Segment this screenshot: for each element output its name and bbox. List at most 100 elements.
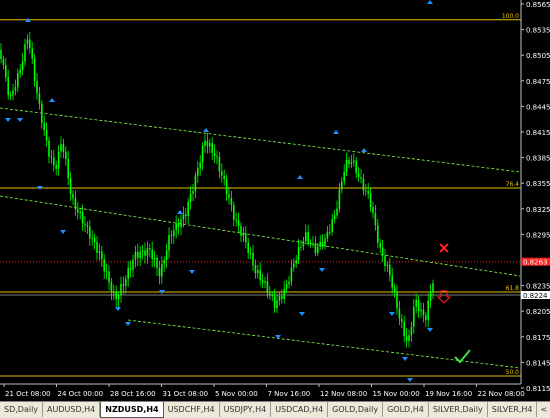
tab-usdjpy-h4[interactable]: USDJPY,H4 — [220, 402, 272, 417]
candle-body — [211, 143, 213, 153]
candle-body — [405, 336, 408, 341]
tab-gold-h4[interactable]: GOLD,H4 — [383, 402, 429, 417]
chart-canvas[interactable]: 100.0 76.4 61.8 50.0 0.8565 0.8535 0.8505 0.84… — [0, 0, 550, 401]
candle-body — [305, 232, 307, 242]
candle-body — [278, 296, 281, 301]
candle-body — [153, 257, 156, 260]
tab-audusd-h4[interactable]: AUDUSD,H4 — [43, 402, 101, 417]
candle-body — [247, 242, 249, 253]
mt4-window: 100.0 76.4 61.8 50.0 0.8565 0.8535 0.8505 0.84… — [0, 0, 550, 418]
price-chart[interactable]: 100.0 76.4 61.8 50.0 0.8565 0.8535 0.8505 0.84… — [0, 0, 550, 401]
candle-body — [36, 80, 38, 94]
candle-body — [425, 315, 427, 320]
candle-body — [175, 223, 177, 231]
candle-body — [168, 235, 170, 251]
time-tick-label: 21 Oct 08:00 — [5, 390, 51, 398]
candle-body — [33, 58, 36, 81]
fractal-down-icon — [402, 357, 408, 361]
candle-body — [91, 238, 93, 240]
tab-usdchf-h4[interactable]: USDCHF,H4 — [164, 402, 220, 417]
candle-body — [62, 144, 65, 152]
candle-body — [242, 233, 245, 236]
candle-body — [345, 159, 348, 172]
price-tick-label: 0.8295 — [526, 231, 550, 239]
candle-body — [410, 326, 413, 336]
candle-body — [252, 253, 254, 266]
candle-body — [163, 259, 165, 264]
sell-x-icon — [439, 243, 449, 253]
price-tick-label: 0.8145 — [526, 359, 550, 367]
candle-body — [218, 157, 221, 172]
candle-body — [233, 204, 235, 220]
candle-body — [170, 235, 173, 237]
tab-sd-daily[interactable]: SD,Daily — [0, 402, 44, 417]
candle-body — [53, 157, 55, 166]
candle-body — [189, 193, 192, 202]
candle-body — [338, 189, 341, 209]
candle-body — [5, 65, 7, 78]
current-price-label: 0.8224 — [523, 292, 548, 300]
price-tick-label: 0.8115 — [526, 385, 550, 393]
fractal-down-icon — [299, 312, 305, 316]
tab-silver-h4[interactable]: SILVER,H4 — [488, 402, 538, 417]
candle-body — [283, 288, 285, 299]
fractal-up-icon — [49, 98, 55, 102]
candle-body — [355, 160, 357, 174]
time-tick-label: 7 Nov 16:00 — [268, 390, 311, 398]
tab-usdcad-h4[interactable]: USDCAD,H4 — [271, 402, 329, 417]
tab-silver-daily[interactable]: SILVER,Daily — [429, 402, 488, 417]
candle-body — [201, 145, 204, 163]
candle-body — [209, 143, 211, 147]
candle-body — [319, 241, 321, 247]
fractal-down-icon — [125, 322, 131, 326]
fractal-up-icon — [297, 175, 303, 179]
candle-body — [213, 152, 216, 156]
candle-body — [381, 247, 384, 257]
price-tick-label: 0.8415 — [526, 129, 550, 137]
candle-body — [57, 151, 60, 169]
fibonacci-levels: 100.0 76.4 61.8 50.0 — [0, 13, 521, 377]
candle-body — [79, 211, 81, 213]
candle-body — [259, 270, 261, 281]
candle-body — [31, 48, 33, 59]
candle-body — [93, 238, 96, 242]
candle-body — [187, 201, 189, 217]
candle-body — [96, 241, 98, 253]
candle-body — [194, 175, 197, 191]
tab-gold-daily[interactable]: GOLD,Daily — [328, 402, 384, 417]
candle-body — [7, 77, 9, 95]
candle-body — [134, 251, 137, 260]
candle-body — [386, 264, 389, 266]
candle-body — [84, 223, 86, 225]
candle-body — [389, 264, 391, 276]
price-tick-label: 0.8475 — [526, 78, 550, 86]
candle-body — [29, 39, 31, 49]
candle-body — [156, 257, 158, 269]
fractal-down-icon — [115, 307, 121, 311]
candle-body — [113, 292, 115, 294]
candle-body — [420, 309, 422, 312]
price-tick-label: 0.8205 — [526, 308, 550, 316]
candle-body — [72, 193, 74, 198]
tab-nzdusd-h4[interactable]: NZDUSD,H4 — [100, 402, 164, 418]
candle-body — [379, 242, 381, 248]
time-tick-label: 31 Oct 08:00 — [163, 390, 209, 398]
candle-body — [285, 284, 288, 289]
red-down-arrow-icon — [436, 290, 452, 304]
candle-body — [146, 248, 149, 256]
candle-body — [74, 197, 77, 209]
candle-body — [108, 271, 110, 283]
fractal-down-icon — [319, 268, 325, 272]
candle-body — [321, 241, 324, 247]
candle-body — [276, 300, 278, 309]
candle-body — [427, 300, 429, 320]
candle-body — [350, 162, 353, 164]
red-level-price-label: 0.8263 — [523, 259, 548, 267]
candle-body — [139, 251, 141, 258]
candle-body — [331, 219, 333, 232]
tab-scroll-left-icon[interactable]: < — [537, 402, 550, 417]
candle-body — [230, 197, 233, 205]
candle-body — [374, 213, 377, 226]
price-tick-label: 0.8535 — [526, 27, 550, 35]
fractal-down-icon — [60, 230, 66, 234]
